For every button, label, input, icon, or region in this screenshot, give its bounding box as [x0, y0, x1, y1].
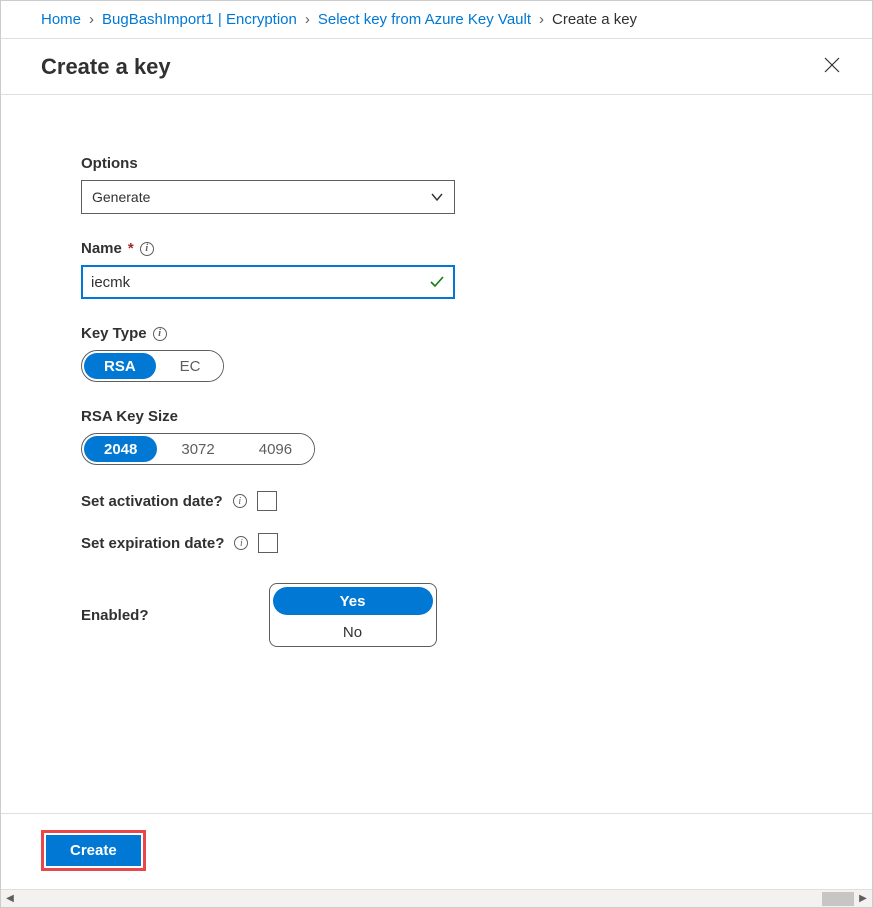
scroll-thumb[interactable]: [822, 892, 854, 906]
key-type-rsa[interactable]: RSA: [84, 353, 156, 379]
enabled-yes[interactable]: Yes: [273, 587, 433, 615]
create-button[interactable]: Create: [46, 835, 141, 866]
form-body: Options Generate Name * i Key Type i RSA…: [1, 95, 872, 667]
field-name: Name * i: [81, 240, 852, 299]
check-icon: [429, 274, 445, 290]
close-icon: [824, 57, 840, 73]
required-marker: *: [128, 240, 134, 257]
key-type-label: Key Type: [81, 325, 147, 342]
activation-date-checkbox[interactable]: [257, 491, 277, 511]
close-button[interactable]: [820, 53, 844, 80]
page-header: Create a key: [1, 39, 872, 95]
field-key-type: Key Type i RSA EC: [81, 325, 852, 382]
info-icon[interactable]: i: [140, 242, 154, 256]
footer: Create: [1, 813, 872, 887]
name-input-wrap[interactable]: [81, 265, 455, 299]
key-type-toggle: RSA EC: [81, 350, 224, 382]
field-expiration-date: Set expiration date? i: [81, 533, 852, 553]
field-rsa-key-size: RSA Key Size 2048 3072 4096: [81, 408, 852, 465]
rsa-key-size-label: RSA Key Size: [81, 408, 852, 425]
field-options: Options Generate: [81, 155, 852, 214]
info-icon[interactable]: i: [233, 494, 247, 508]
horizontal-scrollbar[interactable]: ◀ ▶: [1, 889, 872, 907]
breadcrumb-encryption[interactable]: BugBashImport1 | Encryption: [102, 11, 297, 28]
rsa-key-size-toggle: 2048 3072 4096: [81, 433, 315, 465]
create-button-highlight: Create: [41, 830, 146, 871]
activation-date-label: Set activation date?: [81, 493, 223, 510]
expiration-date-label: Set expiration date?: [81, 535, 224, 552]
scroll-right-arrow-icon[interactable]: ▶: [854, 890, 872, 908]
page-title: Create a key: [41, 54, 171, 80]
chevron-right-icon: ›: [89, 11, 94, 28]
enabled-toggle: Yes No: [269, 583, 437, 647]
options-select[interactable]: Generate: [81, 180, 455, 214]
options-label: Options: [81, 155, 852, 172]
chevron-right-icon: ›: [539, 11, 544, 28]
expiration-date-checkbox[interactable]: [258, 533, 278, 553]
name-label: Name: [81, 240, 122, 257]
enabled-no[interactable]: No: [270, 618, 436, 646]
info-icon[interactable]: i: [153, 327, 167, 341]
key-type-ec[interactable]: EC: [158, 351, 223, 381]
scroll-track[interactable]: [19, 890, 854, 907]
rsa-size-4096[interactable]: 4096: [237, 434, 314, 464]
breadcrumb: Home › BugBashImport1 | Encryption › Sel…: [1, 1, 872, 39]
enabled-label: Enabled?: [81, 607, 149, 624]
rsa-size-2048[interactable]: 2048: [84, 436, 157, 462]
info-icon[interactable]: i: [234, 536, 248, 550]
breadcrumb-select-key[interactable]: Select key from Azure Key Vault: [318, 11, 531, 28]
options-value: Generate: [92, 189, 150, 205]
chevron-down-icon: [430, 190, 444, 204]
chevron-right-icon: ›: [305, 11, 310, 28]
field-activation-date: Set activation date? i: [81, 491, 852, 511]
field-enabled: Enabled? Yes No: [81, 583, 852, 647]
breadcrumb-home[interactable]: Home: [41, 11, 81, 28]
rsa-size-3072[interactable]: 3072: [159, 434, 236, 464]
breadcrumb-current: Create a key: [552, 11, 637, 28]
name-input[interactable]: [91, 274, 429, 291]
scroll-left-arrow-icon[interactable]: ◀: [1, 890, 19, 908]
